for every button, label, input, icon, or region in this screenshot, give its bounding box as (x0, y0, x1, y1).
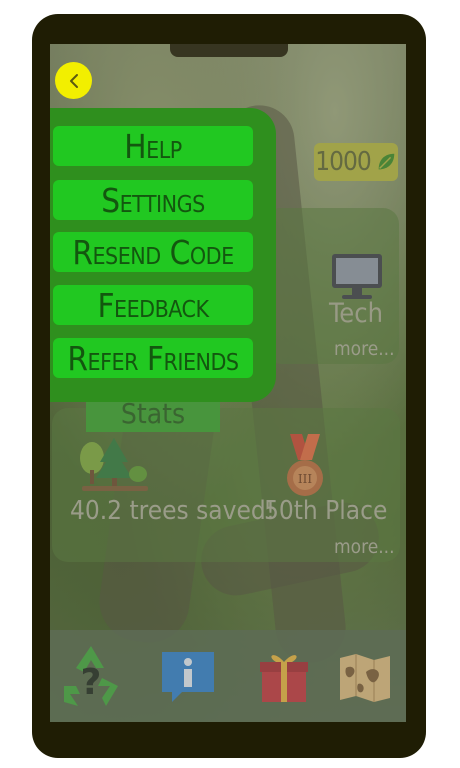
svg-text:III: III (298, 472, 312, 486)
tech-more-link[interactable]: more... (334, 338, 395, 360)
trees-icon (80, 438, 148, 491)
coin-count: 1000 (315, 147, 372, 177)
place-label: 50th Place (264, 496, 388, 526)
menu-item-resend-code[interactable]: Resend Code (53, 232, 253, 272)
monitor-icon (332, 254, 382, 299)
coin-balance-badge: 1000 (314, 143, 398, 181)
device-notch (170, 44, 288, 57)
gift-icon[interactable] (258, 650, 310, 704)
recycle-question-icon[interactable]: ? (58, 642, 124, 708)
menu-item-feedback[interactable]: Feedback (53, 285, 253, 325)
leaf-icon (378, 153, 394, 170)
tech-label: Tech (329, 298, 383, 329)
map-icon[interactable] (338, 652, 392, 704)
menu-item-help[interactable]: Help (53, 126, 253, 166)
trees-saved-label: 40.2 trees saved! (70, 496, 276, 526)
stats-more-link[interactable]: more... (334, 536, 395, 558)
chevron-left-icon (69, 73, 78, 88)
menu-item-settings[interactable]: Settings (53, 180, 253, 220)
info-icon[interactable] (158, 648, 218, 706)
back-button[interactable] (55, 62, 92, 99)
svg-text:?: ? (81, 662, 102, 703)
medal-icon: III (287, 434, 323, 496)
menu-item-refer-friends[interactable]: Refer Friends (53, 338, 253, 378)
